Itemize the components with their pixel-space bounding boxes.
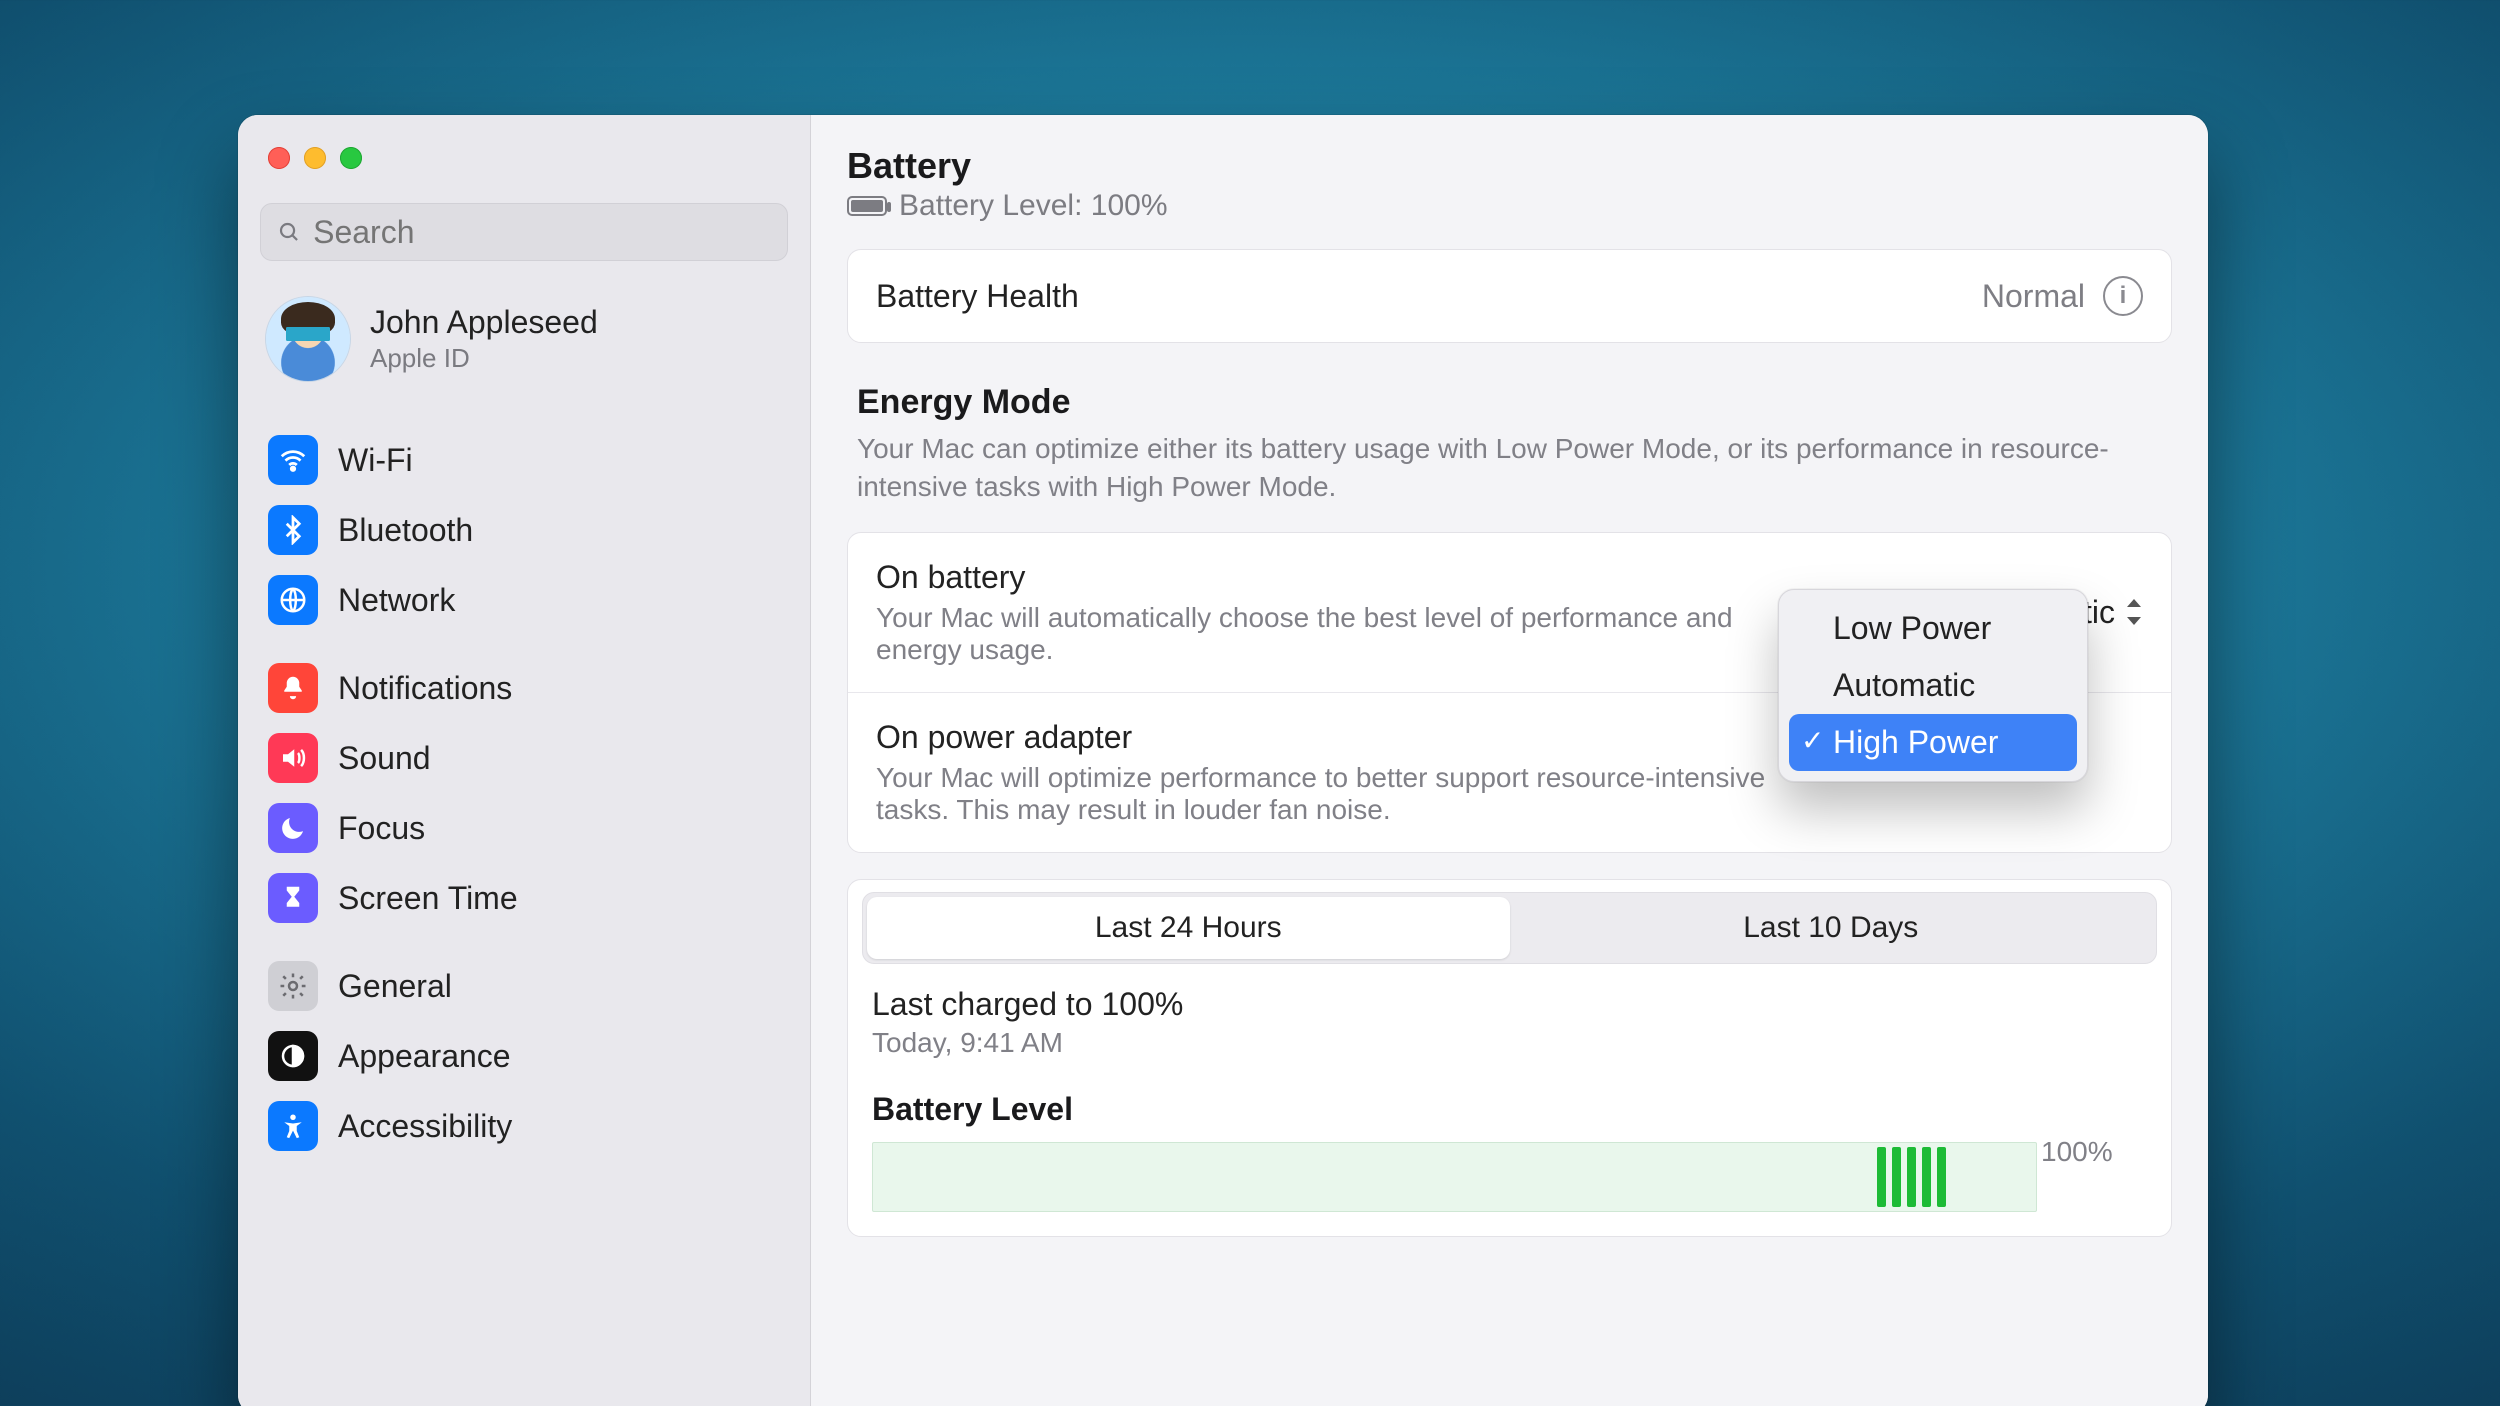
hourglass-icon (268, 873, 318, 923)
sidebar-item-label: Accessibility (338, 1108, 512, 1145)
sidebar-item-label: Bluetooth (338, 512, 473, 549)
energy-mode-desc: Your Mac can optimize either its battery… (857, 430, 2162, 506)
bell-icon (268, 663, 318, 713)
on-adapter-desc: Your Mac will optimize performance to be… (876, 762, 1776, 826)
sidebar-item-label: General (338, 968, 452, 1005)
battery-health-label: Battery Health (876, 278, 1079, 315)
usage-tabs: Last 24 Hours Last 10 Days (862, 892, 2157, 964)
gear-icon (268, 961, 318, 1011)
bluetooth-icon (268, 505, 318, 555)
sidebar-item-label: Appearance (338, 1038, 511, 1075)
chart-bars (1877, 1147, 1946, 1207)
on-battery-label: On battery (876, 559, 1776, 596)
page-title: Battery (847, 145, 2172, 187)
close-window-button[interactable] (268, 147, 290, 169)
sidebar-item-accessibility[interactable]: Accessibility (260, 1091, 788, 1161)
globe-icon (268, 575, 318, 625)
sidebar-item-label: Network (338, 582, 455, 619)
last-charged-title: Last charged to 100% (872, 986, 2147, 1023)
window-controls (268, 147, 788, 169)
usage-card: Last 24 Hours Last 10 Days Last charged … (847, 879, 2172, 1237)
battery-health-card: Battery Health Normal i (847, 249, 2172, 343)
search-input[interactable] (313, 214, 771, 251)
settings-window: John Appleseed Apple ID Wi-Fi Bluetooth … (238, 115, 2208, 1406)
sidebar-item-focus[interactable]: Focus (260, 793, 788, 863)
avatar (266, 297, 350, 381)
page-header: Battery Battery Level: 100% (847, 115, 2172, 223)
search-icon (277, 219, 301, 245)
zoom-window-button[interactable] (340, 147, 362, 169)
sidebar-item-notifications[interactable]: Notifications (260, 653, 788, 723)
chevrons-icon (2125, 599, 2143, 625)
moon-icon (268, 803, 318, 853)
sidebar-item-label: Sound (338, 740, 431, 777)
battery-health-row[interactable]: Battery Health Normal i (848, 250, 2171, 342)
menu-item-low-power[interactable]: Low Power (1789, 600, 2077, 657)
sidebar-item-sound[interactable]: Sound (260, 723, 788, 793)
energy-mode-menu[interactable]: Low Power Automatic High Power (1778, 589, 2088, 782)
wifi-icon (268, 435, 318, 485)
battery-level-chart-title: Battery Level (872, 1091, 2147, 1128)
account-name: John Appleseed (370, 304, 598, 341)
sidebar-item-network[interactable]: Network (260, 565, 788, 635)
energy-mode-card: On battery Your Mac will automatically c… (847, 532, 2172, 853)
battery-level-label: Battery Level: 100% (899, 189, 1168, 223)
menu-item-high-power[interactable]: High Power (1789, 714, 2077, 771)
on-adapter-label: On power adapter (876, 719, 1776, 756)
appearance-icon (268, 1031, 318, 1081)
energy-mode-header: Energy Mode Your Mac can optimize either… (847, 343, 2172, 506)
sidebar-item-label: Notifications (338, 670, 512, 707)
sidebar-nav: Wi-Fi Bluetooth Network Notifications (260, 407, 788, 1161)
battery-health-value: Normal (1982, 278, 2085, 315)
sidebar-item-bluetooth[interactable]: Bluetooth (260, 495, 788, 565)
last-charged: Last charged to 100% Today, 9:41 AM (862, 964, 2157, 1059)
menu-item-automatic[interactable]: Automatic (1789, 657, 2077, 714)
sidebar-item-label: Wi-Fi (338, 442, 413, 479)
sidebar-item-label: Focus (338, 810, 425, 847)
battery-level-chart (872, 1142, 2037, 1212)
energy-mode-title: Energy Mode (857, 383, 2162, 422)
battery-icon (847, 196, 887, 216)
battery-level-chart-block: Battery Level 100% (862, 1059, 2157, 1212)
account-row[interactable]: John Appleseed Apple ID (260, 289, 788, 407)
tab-last-10-days[interactable]: Last 10 Days (1510, 897, 2153, 959)
speaker-icon (268, 733, 318, 783)
search-field[interactable] (260, 203, 788, 261)
sidebar-item-wifi[interactable]: Wi-Fi (260, 425, 788, 495)
account-sub: Apple ID (370, 343, 598, 374)
accessibility-icon (268, 1101, 318, 1151)
sidebar-item-appearance[interactable]: Appearance (260, 1021, 788, 1091)
sidebar-item-screen-time[interactable]: Screen Time (260, 863, 788, 933)
chart-y-label: 100% (2041, 1136, 2113, 1168)
main-pane: Battery Battery Level: 100% Battery Heal… (811, 115, 2208, 1406)
last-charged-time: Today, 9:41 AM (872, 1027, 2147, 1059)
sidebar-item-general[interactable]: General (260, 951, 788, 1021)
on-battery-desc: Your Mac will automatically choose the b… (876, 602, 1776, 666)
info-icon[interactable]: i (2103, 276, 2143, 316)
tab-last-24-hours[interactable]: Last 24 Hours (867, 897, 1510, 959)
sidebar-item-label: Screen Time (338, 880, 518, 917)
minimize-window-button[interactable] (304, 147, 326, 169)
sidebar: John Appleseed Apple ID Wi-Fi Bluetooth … (238, 115, 811, 1406)
